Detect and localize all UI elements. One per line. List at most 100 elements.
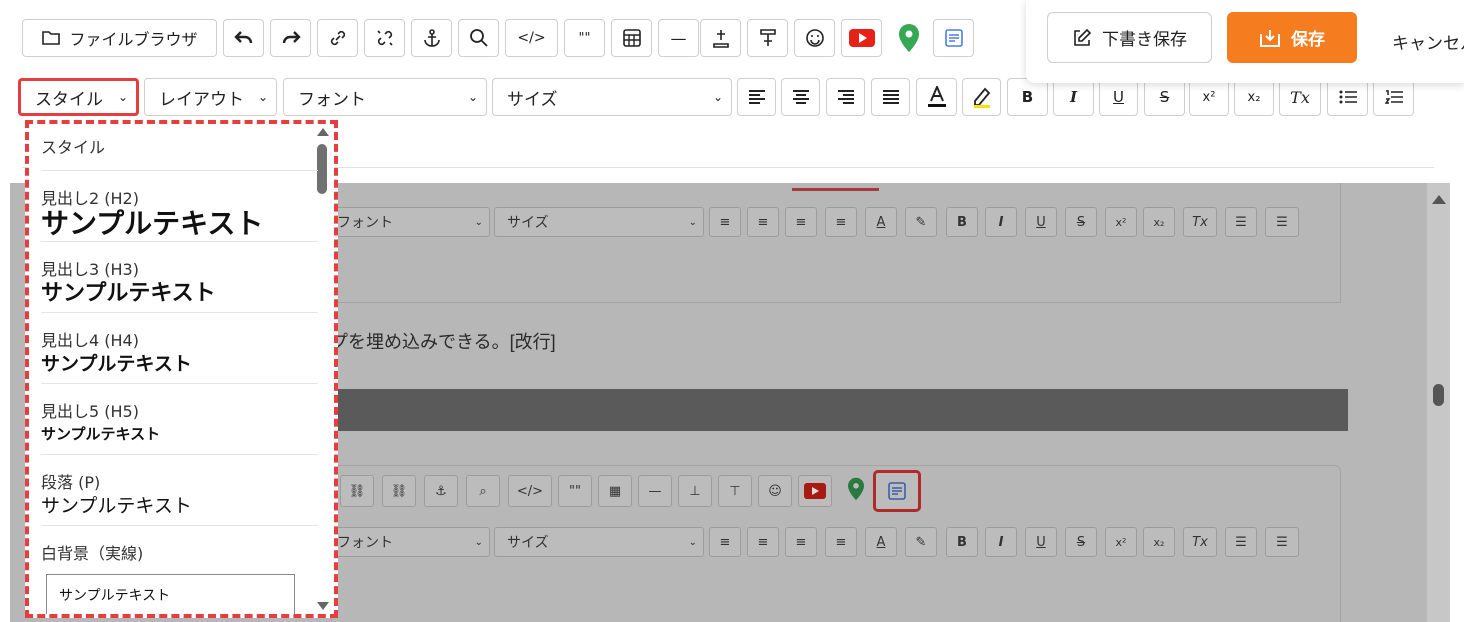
unlink-icon [376,30,393,46]
dropdown-item-white-bg[interactable]: 白背景（実線) サンプルテキスト [41,526,318,614]
bg-size-label: サイズ [507,215,549,231]
style-select[interactable]: スタイル ⌄ [18,78,139,116]
scroll-thumb[interactable] [1433,384,1444,406]
superscript-button[interactable]: x² [1189,78,1229,116]
layout-select-label: レイアウト [159,89,244,110]
bg2-text-color: A [865,527,897,557]
align-right-button[interactable] [826,78,865,116]
dropdown-item-sample: サンプルテキスト [41,425,161,443]
bold-icon: B [1021,88,1034,106]
cancel-button[interactable]: キャンセル [1392,29,1464,54]
subscript-button[interactable]: x₂ [1234,78,1274,116]
underline-button[interactable]: U [1099,78,1138,116]
bg-font-select: フォント ⌄ [330,207,490,237]
align-center-button[interactable] [781,78,820,116]
style-select-label: スタイル [35,89,103,110]
chevron-down-icon: ⌄ [257,90,268,104]
bg-italic: I [985,207,1017,237]
subscript-icon: x₂ [1247,89,1261,105]
file-browser-button[interactable]: ファイルブラウザ [22,19,217,57]
insert-below-button[interactable] [700,19,741,57]
justify-button[interactable] [871,78,910,116]
superscript-icon: x² [1202,89,1216,105]
text-color-button[interactable] [916,78,957,116]
scroll-down-arrow-icon[interactable] [317,602,329,610]
bg2-strike: S [1065,527,1097,557]
italic-icon: I [1069,88,1078,106]
dropdown-scrollbar[interactable] [316,124,330,614]
highlight-color-button[interactable] [962,78,1001,116]
unlink-button[interactable] [364,19,405,57]
clear-format-button[interactable]: Tx [1279,78,1321,116]
dropdown-item-label: 見出し2 (H2) [41,189,139,208]
strikethrough-button[interactable]: S [1144,78,1185,116]
numbered-list-button[interactable] [1373,78,1414,116]
bg-code: </> [508,475,552,507]
align-right-icon [837,90,854,104]
dropdown-scroll-thumb[interactable] [317,144,327,194]
bg-insert-below: ⊥ [678,475,712,507]
draft-save-button[interactable]: 下書き保存 [1047,12,1212,63]
search-button[interactable] [458,19,499,57]
chevron-down-icon: ⌄ [474,536,483,548]
bg-align-center: ≡ [747,207,779,237]
bg2-justify: ≡ [825,527,857,557]
anchor-icon [423,29,440,47]
save-button[interactable]: 保存 [1227,12,1357,63]
source-code-button[interactable]: </> [505,19,558,57]
bullet-list-button[interactable] [1327,78,1368,116]
bold-button[interactable]: B [1007,78,1048,116]
undo-button[interactable] [223,19,264,57]
layout-select[interactable]: レイアウト ⌄ [144,78,277,116]
dropdown-item-label: 見出し5 (H5) [41,402,139,421]
anchor-button[interactable] [411,19,452,57]
dropdown-item-label: 白背景（実線) [41,544,144,563]
italic-button[interactable]: I [1053,78,1094,116]
bg-body-text: プを埋め込みできる。[改行] [330,332,556,352]
insert-above-button[interactable] [747,19,788,57]
document-icon [888,482,906,500]
bg2-superscript: x² [1105,527,1137,557]
dropdown-header-label: スタイル [41,138,106,157]
align-center-icon [792,90,809,104]
dropdown-item-h2[interactable]: 見出し2 (H2) サンプルテキスト [41,171,318,242]
dropdown-item-h5[interactable]: 見出し5 (H5) サンプルテキスト [41,384,318,455]
hr-icon: — [670,28,687,48]
blockquote-button[interactable]: "" [564,19,605,57]
dropdown-item-paragraph[interactable]: 段落 (P) サンプルテキスト [41,455,318,526]
font-select[interactable]: フォント ⌄ [283,78,487,116]
horizontal-rule-button[interactable]: — [658,19,699,57]
redo-button[interactable] [270,19,311,57]
dropdown-item-h4[interactable]: 見出し4 (H4) サンプルテキスト [41,313,318,384]
scroll-up-arrow-icon[interactable] [1432,195,1446,204]
dropdown-item-sample-box: サンプルテキスト [46,574,295,614]
youtube-button[interactable] [841,19,882,57]
dropdown-item-h3[interactable]: 見出し3 (H3) サンプルテキスト [41,242,318,313]
template-button[interactable] [933,19,974,57]
bg2-align-left: ≡ [709,527,741,557]
dropdown-item-label: 段落 (P) [41,473,101,492]
underline-icon: U [1113,88,1124,106]
dropdown-item-sample: サンプルテキスト [41,207,264,240]
link-button[interactable] [317,19,358,57]
scroll-up-arrow-icon[interactable] [317,128,329,136]
style-dropdown-menu: スタイル 見出し2 (H2) サンプルテキスト 見出し3 (H3) サンプルテキ… [25,120,338,618]
map-pin-icon [848,477,864,501]
chevron-down-icon: ⌄ [688,216,697,228]
bg-emoji: ☺ [758,475,792,507]
page-scrollbar[interactable] [1427,183,1450,622]
table-button[interactable] [611,19,652,57]
google-map-button[interactable] [888,19,929,57]
insert-below-icon [712,30,729,48]
bg-search: ⌕ [466,475,500,507]
emoji-button[interactable] [794,19,835,57]
bg-numbered-list: ☰ [1265,207,1299,237]
align-left-button[interactable] [737,78,776,116]
bg-insert-above: ⊤ [718,475,752,507]
bg-template-highlighted [873,470,921,512]
draft-save-label: 下書き保存 [1102,30,1187,50]
size-select[interactable]: サイズ ⌄ [492,78,732,116]
bg-bullet-list: ☰ [1225,207,1257,237]
bg-anchor: ⚓ [424,475,458,507]
download-tray-icon [1260,29,1280,47]
